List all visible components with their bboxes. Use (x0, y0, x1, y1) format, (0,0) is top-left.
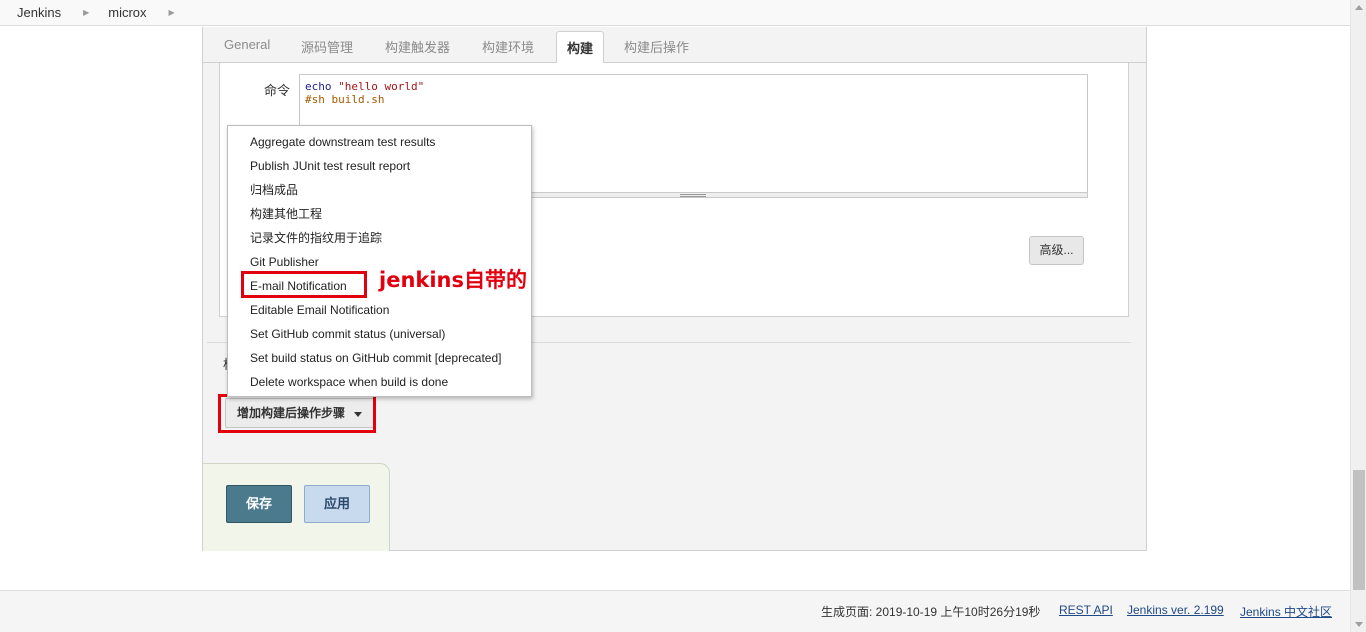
menu-item-editable-email[interactable]: Editable Email Notification (228, 298, 531, 322)
highlight-add-step (218, 394, 376, 433)
tab-scm[interactable]: 源码管理 (301, 37, 353, 56)
command-line-1-string: "hello world" (338, 80, 425, 93)
vertical-scrollbar[interactable] (1350, 0, 1366, 632)
tab-post-build[interactable]: 构建后操作 (624, 37, 689, 56)
menu-item-delete-workspace[interactable]: Delete workspace when build is done (228, 370, 531, 394)
page-footer: 生成页面: 2019-10-19 上午10时26分19秒 REST API Je… (0, 590, 1350, 632)
command-line-1: echo (305, 80, 339, 93)
breadcrumb: Jenkins ▶ microx ▶ (0, 0, 1350, 26)
advanced-button[interactable]: 高级... (1029, 236, 1084, 265)
scroll-down-icon[interactable] (1355, 622, 1363, 627)
menu-item-fingerprint[interactable]: 记录文件的指纹用于追踪 (228, 226, 531, 250)
tab-build-triggers[interactable]: 构建触发器 (385, 37, 450, 56)
breadcrumb-item-microx[interactable]: microx (89, 5, 146, 20)
command-line-2: #sh build.sh (305, 93, 385, 106)
footer-community-link[interactable]: Jenkins 中文社区 (1240, 603, 1332, 620)
scroll-up-icon[interactable] (1355, 5, 1363, 10)
tab-general[interactable]: General (224, 37, 270, 52)
footer-version-link[interactable]: Jenkins ver. 2.199 (1127, 603, 1224, 617)
scroll-thumb[interactable] (1353, 470, 1365, 590)
post-build-dropdown-menu: Aggregate downstream test results Publis… (227, 125, 532, 397)
highlight-email-notification (241, 271, 367, 298)
bottom-sticker: 保存 应用 (203, 463, 390, 551)
command-label: 命令 (264, 83, 291, 98)
chevron-right-icon[interactable]: ▶ (147, 8, 175, 17)
menu-item-github-status[interactable]: Set GitHub commit status (universal) (228, 322, 531, 346)
save-button[interactable]: 保存 (226, 485, 292, 523)
menu-item-github-build-status[interactable]: Set build status on GitHub commit [depre… (228, 346, 531, 370)
chevron-right-icon[interactable]: ▶ (61, 8, 89, 17)
menu-item-publish-junit[interactable]: Publish JUnit test result report (228, 154, 531, 178)
apply-button[interactable]: 应用 (304, 485, 370, 523)
menu-item-archive-artifacts[interactable]: 归档成品 (228, 178, 531, 202)
tab-build[interactable]: 构建 (556, 31, 605, 64)
menu-item-build-other-projects[interactable]: 构建其他工程 (228, 202, 531, 226)
tab-build-environment[interactable]: 构建环境 (482, 37, 534, 56)
annotation-text: jenkins自带的 (379, 268, 528, 292)
menu-item-aggregate-test-results[interactable]: Aggregate downstream test results (228, 130, 531, 154)
footer-generated-time: 生成页面: 2019-10-19 上午10时26分19秒 (821, 605, 1041, 619)
grip-icon (680, 194, 706, 197)
footer-rest-api-link[interactable]: REST API (1059, 603, 1113, 617)
config-tabs: General 源码管理 构建触发器 构建环境 构建 构建后操作 (203, 27, 1146, 64)
breadcrumb-item-jenkins[interactable]: Jenkins (0, 5, 61, 20)
